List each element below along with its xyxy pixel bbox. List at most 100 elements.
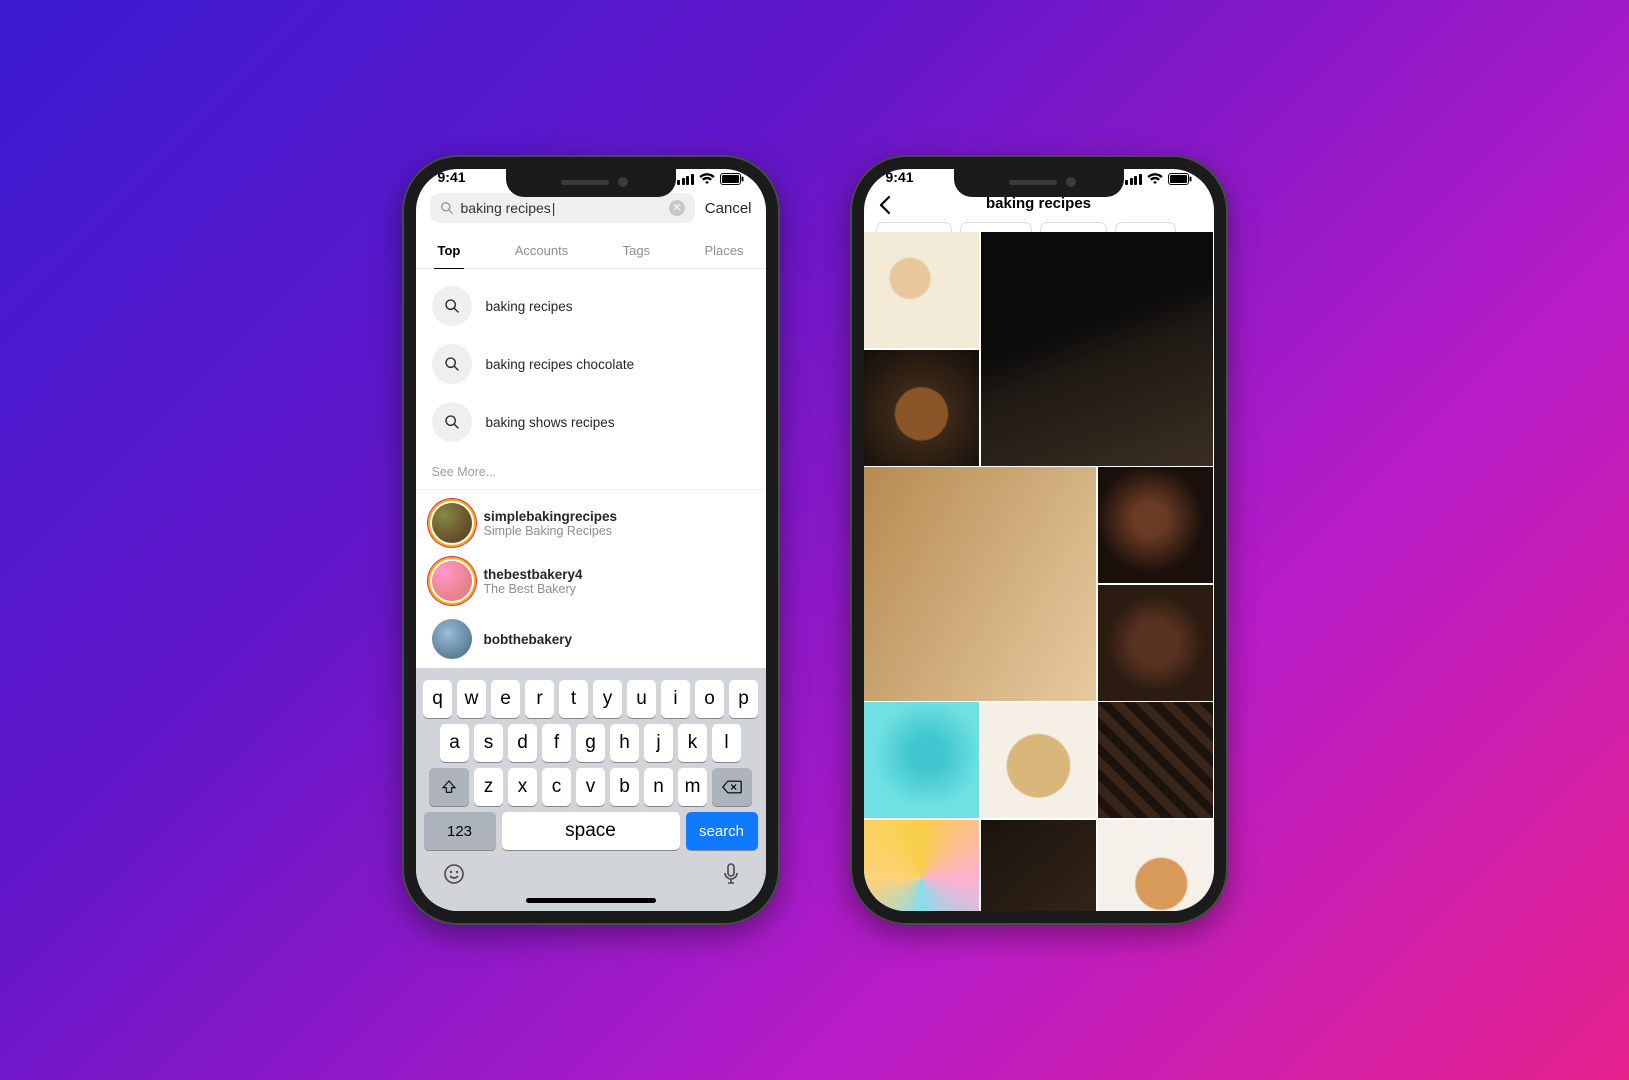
search-icon xyxy=(432,286,472,326)
suggestion-row[interactable]: baking recipes xyxy=(416,277,766,335)
notch xyxy=(954,169,1124,197)
account-row[interactable]: bobthebakery xyxy=(416,610,766,668)
notch xyxy=(506,169,676,197)
avatar xyxy=(432,561,472,601)
key-n[interactable]: n xyxy=(644,768,673,806)
key-l[interactable]: l xyxy=(712,724,741,762)
key-u[interactable]: u xyxy=(627,680,656,718)
grid-thumbnail[interactable] xyxy=(981,702,1097,818)
search-suggestions: baking recipes baking recipes chocolate … xyxy=(416,269,766,453)
account-username: simplebakingrecipes xyxy=(484,509,618,524)
key-space[interactable]: space xyxy=(502,812,680,850)
account-row[interactable]: thebestbakery4 The Best Bakery xyxy=(416,552,766,610)
backspace-icon xyxy=(722,780,742,794)
key-t[interactable]: t xyxy=(559,680,588,718)
screen-search: 9:41 baking recipes ✕ Cancel Top Account… xyxy=(416,169,766,911)
chip-cake[interactable]: cake xyxy=(1115,222,1176,232)
home-indicator[interactable] xyxy=(526,898,656,903)
suggestion-text: baking shows recipes xyxy=(486,415,615,430)
account-displayname: The Best Bakery xyxy=(484,582,583,596)
grid-thumbnail[interactable] xyxy=(864,350,980,466)
search-query: baking recipes xyxy=(461,200,662,216)
tab-top[interactable]: Top xyxy=(434,233,465,269)
clear-search-icon[interactable]: ✕ xyxy=(669,200,685,216)
key-q[interactable]: q xyxy=(423,680,452,718)
emoji-icon[interactable] xyxy=(442,862,466,891)
chip-dessert[interactable]: dessert xyxy=(876,222,953,232)
shift-icon xyxy=(441,779,457,795)
suggestion-text: baking recipes xyxy=(486,299,573,314)
key-v[interactable]: v xyxy=(576,768,605,806)
tab-places[interactable]: Places xyxy=(700,233,747,268)
key-c[interactable]: c xyxy=(542,768,571,806)
key-r[interactable]: r xyxy=(525,680,554,718)
suggestion-row[interactable]: baking recipes chocolate xyxy=(416,335,766,393)
key-x[interactable]: x xyxy=(508,768,537,806)
account-suggestions: simplebakingrecipes Simple Baking Recipe… xyxy=(416,490,766,668)
results-grid xyxy=(864,232,1214,911)
battery-icon xyxy=(720,173,744,185)
grid-thumbnail[interactable] xyxy=(1098,585,1214,701)
key-k[interactable]: k xyxy=(678,724,707,762)
grid-thumbnail[interactable] xyxy=(864,702,980,818)
grid-thumbnail[interactable] xyxy=(864,232,980,348)
grid-thumbnail[interactable] xyxy=(981,820,1097,912)
account-displayname: Simple Baking Recipes xyxy=(484,524,618,538)
key-search[interactable]: search xyxy=(686,812,758,850)
see-more-link[interactable]: See More... xyxy=(416,453,766,490)
account-row[interactable]: simplebakingrecipes Simple Baking Recipe… xyxy=(416,494,766,552)
key-i[interactable]: i xyxy=(661,680,690,718)
key-e[interactable]: e xyxy=(491,680,520,718)
account-username: thebestbakery4 xyxy=(484,567,583,582)
ios-keyboard[interactable]: q w e r t y u i o p a s d f g h j k l z xyxy=(416,668,766,911)
filter-chips: dessert cookie batter cake xyxy=(864,222,1214,232)
chip-batter[interactable]: batter xyxy=(1040,222,1107,232)
search-icon xyxy=(440,201,454,215)
key-y[interactable]: y xyxy=(593,680,622,718)
key-shift[interactable] xyxy=(429,768,469,806)
suggestion-row[interactable]: baking shows recipes xyxy=(416,393,766,451)
battery-icon xyxy=(1168,173,1192,185)
grid-thumbnail[interactable] xyxy=(1098,467,1214,583)
grid-thumbnail[interactable] xyxy=(1098,702,1214,818)
dictation-icon[interactable] xyxy=(722,862,740,891)
key-f[interactable]: f xyxy=(542,724,571,762)
grid-thumbnail[interactable] xyxy=(1098,820,1214,912)
signal-icon xyxy=(677,174,694,185)
cancel-button[interactable]: Cancel xyxy=(705,200,752,217)
search-icon xyxy=(432,344,472,384)
tab-accounts[interactable]: Accounts xyxy=(511,233,572,268)
key-d[interactable]: d xyxy=(508,724,537,762)
key-g[interactable]: g xyxy=(576,724,605,762)
key-o[interactable]: o xyxy=(695,680,724,718)
search-input[interactable]: baking recipes ✕ xyxy=(430,193,695,223)
results-title: baking recipes xyxy=(986,195,1091,212)
key-s[interactable]: s xyxy=(474,724,503,762)
chip-cookie[interactable]: cookie xyxy=(960,222,1032,232)
screen-results: 9:41 baking recipes dessert cookie batte… xyxy=(864,169,1214,911)
grid-thumbnail[interactable] xyxy=(864,467,1097,701)
back-icon[interactable] xyxy=(878,195,892,221)
key-z[interactable]: z xyxy=(474,768,503,806)
key-b[interactable]: b xyxy=(610,768,639,806)
avatar xyxy=(432,619,472,659)
key-j[interactable]: j xyxy=(644,724,673,762)
key-backspace[interactable] xyxy=(712,768,752,806)
key-p[interactable]: p xyxy=(729,680,758,718)
key-numbers[interactable]: 123 xyxy=(424,812,496,850)
suggestion-text: baking recipes chocolate xyxy=(486,357,635,372)
tab-tags[interactable]: Tags xyxy=(619,233,654,268)
grid-thumbnail[interactable] xyxy=(981,232,1214,466)
key-m[interactable]: m xyxy=(678,768,707,806)
grid-thumbnail[interactable] xyxy=(864,820,980,912)
key-w[interactable]: w xyxy=(457,680,486,718)
phone-left: 9:41 baking recipes ✕ Cancel Top Account… xyxy=(402,155,780,925)
key-h[interactable]: h xyxy=(610,724,639,762)
phone-right: 9:41 baking recipes dessert cookie batte… xyxy=(850,155,1228,925)
avatar xyxy=(432,503,472,543)
wifi-icon xyxy=(1147,173,1163,185)
status-time: 9:41 xyxy=(886,169,914,185)
search-icon xyxy=(432,402,472,442)
key-a[interactable]: a xyxy=(440,724,469,762)
wifi-icon xyxy=(699,173,715,185)
